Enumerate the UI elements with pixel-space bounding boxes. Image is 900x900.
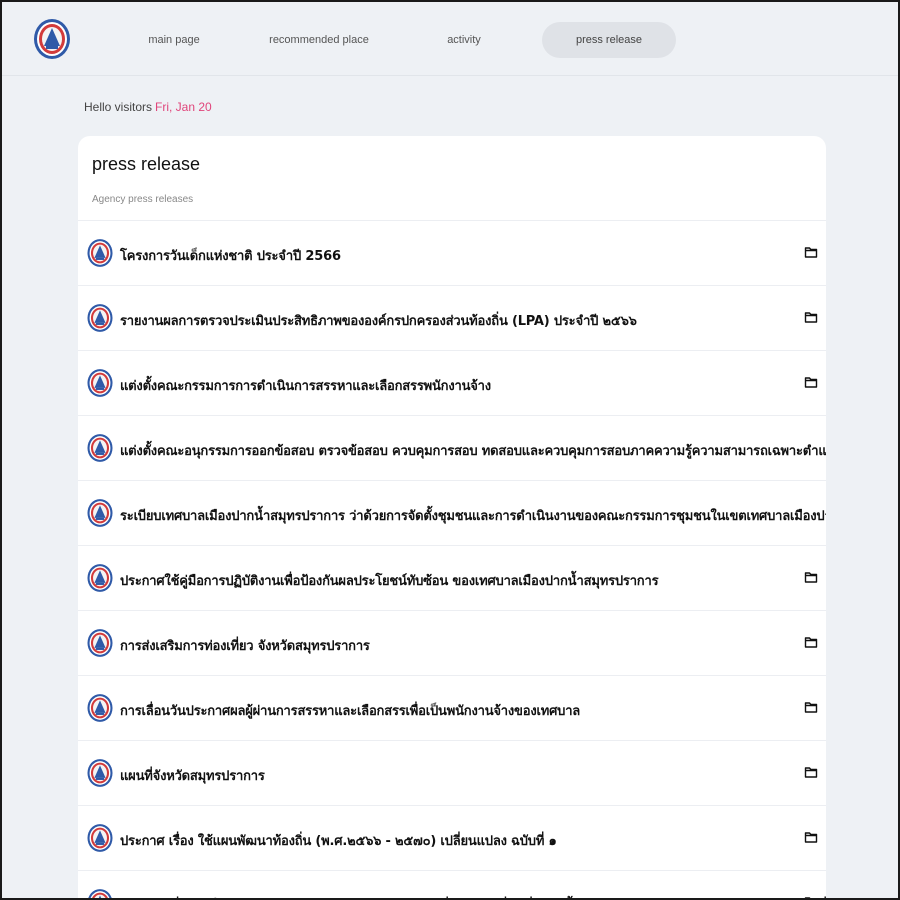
press-release-title: ระเบียบเทศบาลเมืองปากน้ำสมุทรปราการ ว่าด… [120,509,826,524]
page: main page recommended place activity pre… [0,0,900,900]
nav-recommended-place[interactable]: recommended place [254,22,384,58]
nav-press-release-label: press release [575,34,643,46]
agency-logo-icon [87,629,113,657]
press-release-item[interactable]: แผนที่จังหวัดสมุทรปราการ [78,740,826,805]
agency-logo-icon [87,239,113,267]
agency-logo-icon [87,564,113,592]
folder-icon[interactable] [804,375,818,389]
press-release-title: ประกาศ เรื่อง รับโอนพนักงานเทศบาลหรือพนั… [120,895,826,898]
nav-activity-label: activity [447,34,481,46]
press-release-item[interactable]: ระเบียบเทศบาลเมืองปากน้ำสมุทรปราการ ว่าด… [78,480,826,545]
press-release-item[interactable]: แต่งตั้งคณะอนุกรรมการออกข้อสอบ ตรวจข้อสอ… [78,415,826,480]
press-release-title: โครงการวันเด็กแห่งชาติ ประจำปี 2566 [120,249,341,264]
press-release-title: ประกาศใช้คู่มือการปฏิบัติงานเพื่อป้องกัน… [120,574,659,589]
folder-icon[interactable] [804,700,818,714]
nav-main-page[interactable]: main page [122,22,226,58]
folder-icon[interactable] [804,310,818,324]
press-release-title: แผนที่จังหวัดสมุทรปราการ [120,769,265,784]
agency-logo-icon [87,434,113,462]
press-release-item[interactable]: การส่งเสริมการท่องเที่ยว จังหวัดสมุทรปรา… [78,610,826,675]
folder-icon[interactable] [804,570,818,584]
press-release-title: การเลื่อนวันประกาศผลผู้ผ่านการสรรหาและเล… [120,704,581,719]
press-release-title: การส่งเสริมการท่องเที่ยว จังหวัดสมุทรปรา… [120,639,370,654]
agency-logo-icon [87,499,113,527]
top-navigation-bar: main page recommended place activity pre… [2,2,898,76]
press-release-item[interactable]: ประกาศ เรื่อง รับโอนพนักงานเทศบาลหรือพนั… [78,870,826,900]
press-release-item[interactable]: โครงการวันเด็กแห่งชาติ ประจำปี 2566 [78,220,826,285]
folder-icon[interactable] [804,635,818,649]
press-release-title: ประกาศ เรื่อง ใช้แผนพัฒนาท้องถิ่น (พ.ศ.๒… [120,834,557,849]
press-release-title: แต่งตั้งคณะอนุกรรมการออกข้อสอบ ตรวจข้อสอ… [120,444,826,459]
press-release-item[interactable]: รายงานผลการตรวจประเมินประสิทธิภาพขององค์… [78,285,826,350]
nav-activity[interactable]: activity [412,22,516,58]
press-release-card: press release Agency press releases โครง… [78,136,826,900]
greeting-date: Fri, Jan 20 [155,100,212,114]
press-release-title: แต่งตั้งคณะกรรมการการดำเนินการสรรหาและเล… [120,379,491,394]
press-release-item[interactable]: ประกาศ เรื่อง ใช้แผนพัฒนาท้องถิ่น (พ.ศ.๒… [78,805,826,870]
folder-icon[interactable] [804,895,818,900]
agency-logo-icon [88,889,112,898]
card-subtitle: Agency press releases [92,194,194,205]
press-release-item[interactable]: แต่งตั้งคณะกรรมการการดำเนินการสรรหาและเล… [78,350,826,415]
nav-main-page-label: main page [148,34,200,46]
agency-logo-icon [87,824,113,852]
agency-logo-icon [87,759,113,787]
folder-icon[interactable] [804,830,818,844]
greeting: Hello visitors Fri, Jan 20 [84,100,212,114]
press-release-item[interactable]: การเลื่อนวันประกาศผลผู้ผ่านการสรรหาและเล… [78,675,826,740]
agency-logo-icon[interactable] [32,16,72,62]
press-release-title: รายงานผลการตรวจประเมินประสิทธิภาพขององค์… [120,314,637,329]
folder-icon[interactable] [804,765,818,779]
press-release-item[interactable]: ประกาศใช้คู่มือการปฏิบัติงานเพื่อป้องกัน… [78,545,826,610]
press-release-list: โครงการวันเด็กแห่งชาติ ประจำปี 2566 รายง… [78,220,826,900]
card-title: press release [92,154,201,174]
greeting-text: Hello visitors [84,100,153,114]
folder-icon[interactable] [804,245,818,259]
agency-logo-icon [87,304,113,332]
agency-logo-icon [87,694,113,722]
nav-recommended-place-label: recommended place [269,34,369,46]
nav-press-release[interactable]: press release [542,22,676,58]
agency-logo-icon [87,369,113,397]
